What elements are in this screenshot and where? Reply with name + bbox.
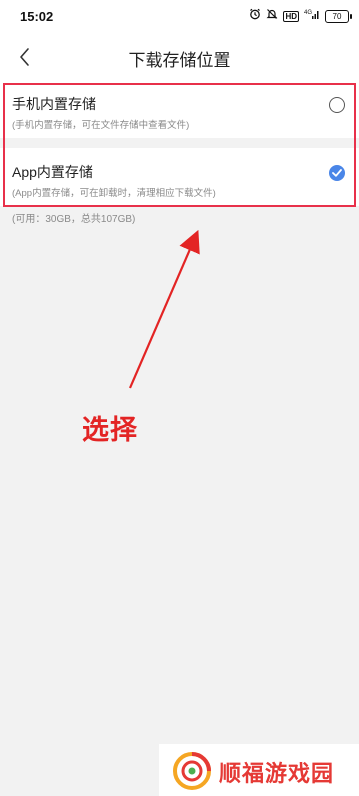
mute-bell-icon bbox=[266, 8, 278, 25]
watermark-text: 顺福游戏园 bbox=[219, 761, 335, 786]
option-label: App内置存储 bbox=[12, 164, 93, 180]
option-app-storage[interactable]: App内置存储 (App内置存储，可在卸载时，清理相应下载文件) bbox=[0, 148, 359, 206]
option-description: (App内置存储，可在卸载时，清理相应下载文件) bbox=[12, 188, 216, 199]
battery-icon: 70 bbox=[325, 10, 352, 23]
status-icons: HD 4G 70 bbox=[249, 8, 352, 25]
annotation-text: 选择 bbox=[82, 415, 138, 445]
signal-icon: 4G bbox=[304, 8, 320, 25]
storage-info: (可用：30GB，总共107GB) bbox=[12, 214, 136, 225]
option-description: (手机内置存储，可在文件存储中查看文件) bbox=[12, 120, 190, 131]
page-title: 下载存储位置 bbox=[128, 51, 231, 70]
hd-icon: HD bbox=[283, 11, 299, 22]
radio-unchecked-icon[interactable] bbox=[329, 97, 345, 113]
header: 下载存储位置 bbox=[0, 34, 359, 80]
alarm-icon bbox=[249, 8, 261, 25]
status-time: 15:02 bbox=[20, 9, 54, 24]
watermark: 顺福游戏园 bbox=[159, 744, 359, 796]
radio-checked-icon[interactable] bbox=[329, 165, 345, 181]
storage-options: 手机内置存储 (手机内置存储，可在文件存储中查看文件) App内置存储 (App… bbox=[0, 80, 359, 206]
option-phone-storage[interactable]: 手机内置存储 (手机内置存储，可在文件存储中查看文件) bbox=[0, 80, 359, 138]
status-bar: 15:02 HD 4G 70 bbox=[0, 0, 359, 34]
logo-icon bbox=[173, 752, 211, 790]
option-label: 手机内置存储 bbox=[12, 96, 96, 112]
svg-text:4G: 4G bbox=[304, 10, 312, 16]
